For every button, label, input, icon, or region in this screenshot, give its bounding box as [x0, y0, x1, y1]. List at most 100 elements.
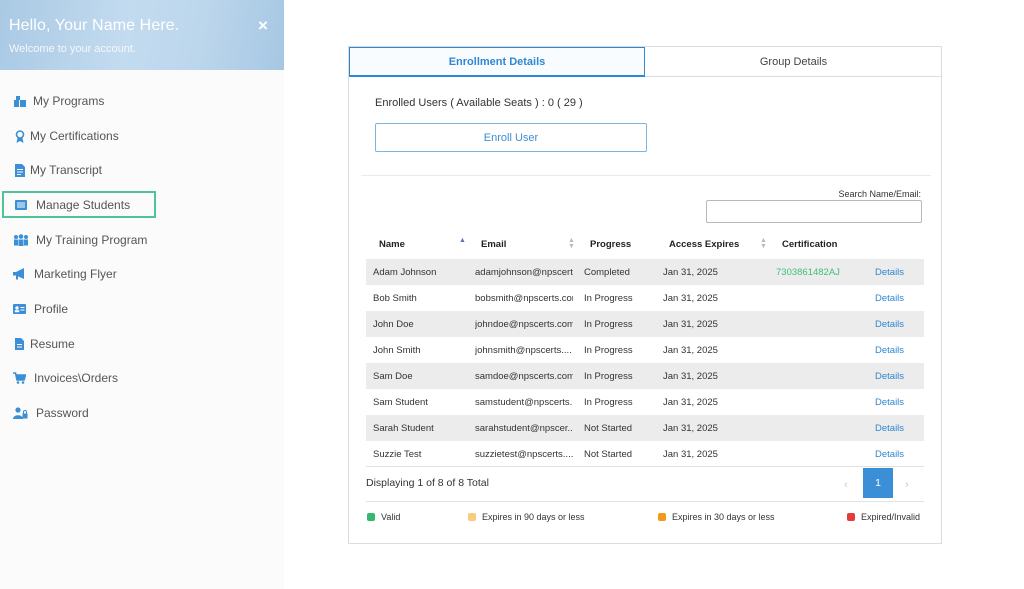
cell-email: samstudent@npscerts...	[475, 396, 573, 408]
sidebar-item-my-certifications[interactable]: My Certifications	[0, 119, 284, 153]
cell-access-expires: Jan 31, 2025	[663, 318, 718, 330]
cell-progress: In Progress	[584, 318, 633, 330]
cell-progress: In Progress	[584, 396, 633, 408]
group-icon	[13, 234, 29, 247]
cell-name: Sam Doe	[373, 370, 413, 382]
page-button-1[interactable]: 1	[863, 468, 893, 498]
details-link[interactable]: Details	[875, 441, 915, 467]
cell-certification	[776, 311, 866, 337]
cell-access-expires: Jan 31, 2025	[663, 396, 718, 408]
boxes-icon	[13, 95, 26, 108]
close-icon[interactable]: ×	[258, 17, 268, 35]
column-header-access-expires[interactable]: Access Expires	[669, 231, 739, 257]
cell-progress: In Progress	[584, 292, 633, 304]
greeting: Hello, Your Name Here.	[9, 17, 180, 34]
sidebar-item-my-programs[interactable]: My Programs	[0, 84, 284, 118]
cell-progress: Not Started	[584, 422, 633, 434]
search-input[interactable]	[706, 200, 922, 223]
sort-asc-icon[interactable]: ▲	[459, 237, 466, 244]
table-row: Bob Smith bobsmith@npscerts.com In Progr…	[366, 285, 924, 311]
column-header-certification[interactable]: Certification	[782, 231, 837, 257]
welcome-text: Welcome to your account.	[9, 43, 136, 55]
enrollment-panel: Enrollment Details Group Details Enrolle…	[348, 46, 942, 544]
cell-access-expires: Jan 31, 2025	[663, 266, 718, 278]
divider	[361, 175, 931, 176]
cell-access-expires: Jan 31, 2025	[663, 344, 718, 356]
tab-enrollment-details[interactable]: Enrollment Details	[349, 47, 645, 77]
sidebar-item-password[interactable]: Password	[0, 396, 284, 430]
pagination-summary: Displaying 1 of 8 of 8 Total	[366, 477, 489, 489]
column-header-progress[interactable]: Progress	[590, 231, 631, 257]
next-page-icon[interactable]: ›	[905, 479, 909, 491]
legend-swatch	[468, 513, 476, 521]
sidebar-header: Hello, Your Name Here. Welcome to your a…	[0, 0, 284, 70]
file-icon	[13, 338, 26, 351]
sidebar-item-my-transcript[interactable]: My Transcript	[0, 153, 284, 187]
details-link[interactable]: Details	[875, 363, 915, 389]
cell-name: John Doe	[373, 318, 414, 330]
cell-certification	[776, 415, 866, 441]
legend-expires-30: Expires in 30 days or less	[658, 512, 775, 522]
cell-name: Sam Student	[373, 396, 428, 408]
enroll-user-button[interactable]: Enroll User	[375, 123, 647, 152]
details-link[interactable]: Details	[875, 337, 915, 363]
cell-certification	[776, 363, 866, 389]
list-icon	[14, 199, 27, 212]
cell-email: bobsmith@npscerts.com	[475, 292, 573, 304]
table-row: John Smith johnsmith@npscerts.... In Pro…	[366, 337, 924, 363]
sort-icon[interactable]: ▲ ▼	[760, 237, 767, 250]
cell-progress: In Progress	[584, 370, 633, 382]
sidebar-item-label: My Transcript	[30, 163, 103, 177]
legend-valid: Valid	[367, 512, 400, 522]
details-link[interactable]: Details	[875, 259, 915, 285]
details-link[interactable]: Details	[875, 415, 915, 441]
cell-email: johnsmith@npscerts....	[475, 344, 572, 356]
sidebar-item-label: My Certifications	[30, 129, 119, 143]
column-header-name[interactable]: Name	[379, 231, 405, 257]
cell-certification: 7303861482AJ	[776, 266, 840, 278]
cell-access-expires: Jan 31, 2025	[663, 422, 718, 434]
legend-swatch	[367, 513, 375, 521]
cart-icon	[13, 372, 26, 385]
details-link[interactable]: Details	[875, 389, 915, 415]
sidebar-item-manage-students[interactable]: Manage Students	[0, 188, 284, 222]
cell-name: John Smith	[373, 344, 421, 356]
cell-progress: Completed	[584, 266, 630, 278]
sidebar-item-profile[interactable]: Profile	[0, 292, 284, 326]
details-link[interactable]: Details	[875, 311, 915, 337]
table-row: Suzzie Test suzzietest@npscerts.... Not …	[366, 441, 924, 467]
table-row: Sarah Student sarahstudent@npscer... Not…	[366, 415, 924, 441]
sort-icon[interactable]: ▲ ▼	[568, 237, 575, 250]
sidebar: Hello, Your Name Here. Welcome to your a…	[0, 0, 284, 589]
sidebar-item-label: Password	[36, 406, 89, 420]
table-row: Sam Doe samdoe@npscerts.com In Progress …	[366, 363, 924, 389]
cell-name: Bob Smith	[373, 292, 417, 304]
sidebar-item-marketing-flyer[interactable]: Marketing Flyer	[0, 257, 284, 291]
cell-access-expires: Jan 31, 2025	[663, 292, 718, 304]
sidebar-item-resume[interactable]: Resume	[0, 327, 284, 361]
cell-certification	[776, 441, 866, 467]
cell-email: johndoe@npscerts.com	[475, 318, 573, 330]
prev-page-icon[interactable]: ‹	[844, 479, 848, 491]
sidebar-item-invoices-orders[interactable]: Invoices\Orders	[0, 361, 284, 395]
legend-label: Expires in 90 days or less	[482, 512, 585, 522]
details-link[interactable]: Details	[875, 285, 915, 311]
sidebar-item-label: My Training Program	[36, 233, 148, 247]
cell-name: Suzzie Test	[373, 448, 422, 460]
tab-group-details[interactable]: Group Details	[645, 47, 942, 77]
search-label: Search Name/Email:	[838, 189, 921, 199]
cell-email: samdoe@npscerts.com	[475, 370, 573, 382]
enrolled-users-summary: Enrolled Users ( Available Seats ) : 0 (…	[375, 97, 583, 109]
sidebar-item-label: Resume	[30, 337, 75, 351]
cell-certification	[776, 285, 866, 311]
cell-access-expires: Jan 31, 2025	[663, 370, 718, 382]
sidebar-item-my-training-program[interactable]: My Training Program	[0, 223, 284, 257]
sidebar-item-label: Marketing Flyer	[34, 267, 117, 281]
cell-progress: Not Started	[584, 448, 633, 460]
table-row: Adam Johnson adamjohnson@npscert... Comp…	[366, 259, 924, 285]
cell-access-expires: Jan 31, 2025	[663, 448, 718, 460]
user-lock-icon	[13, 407, 28, 420]
column-header-email[interactable]: Email	[481, 231, 506, 257]
sidebar-item-label: Invoices\Orders	[34, 371, 119, 385]
cell-email: sarahstudent@npscer...	[475, 422, 573, 434]
